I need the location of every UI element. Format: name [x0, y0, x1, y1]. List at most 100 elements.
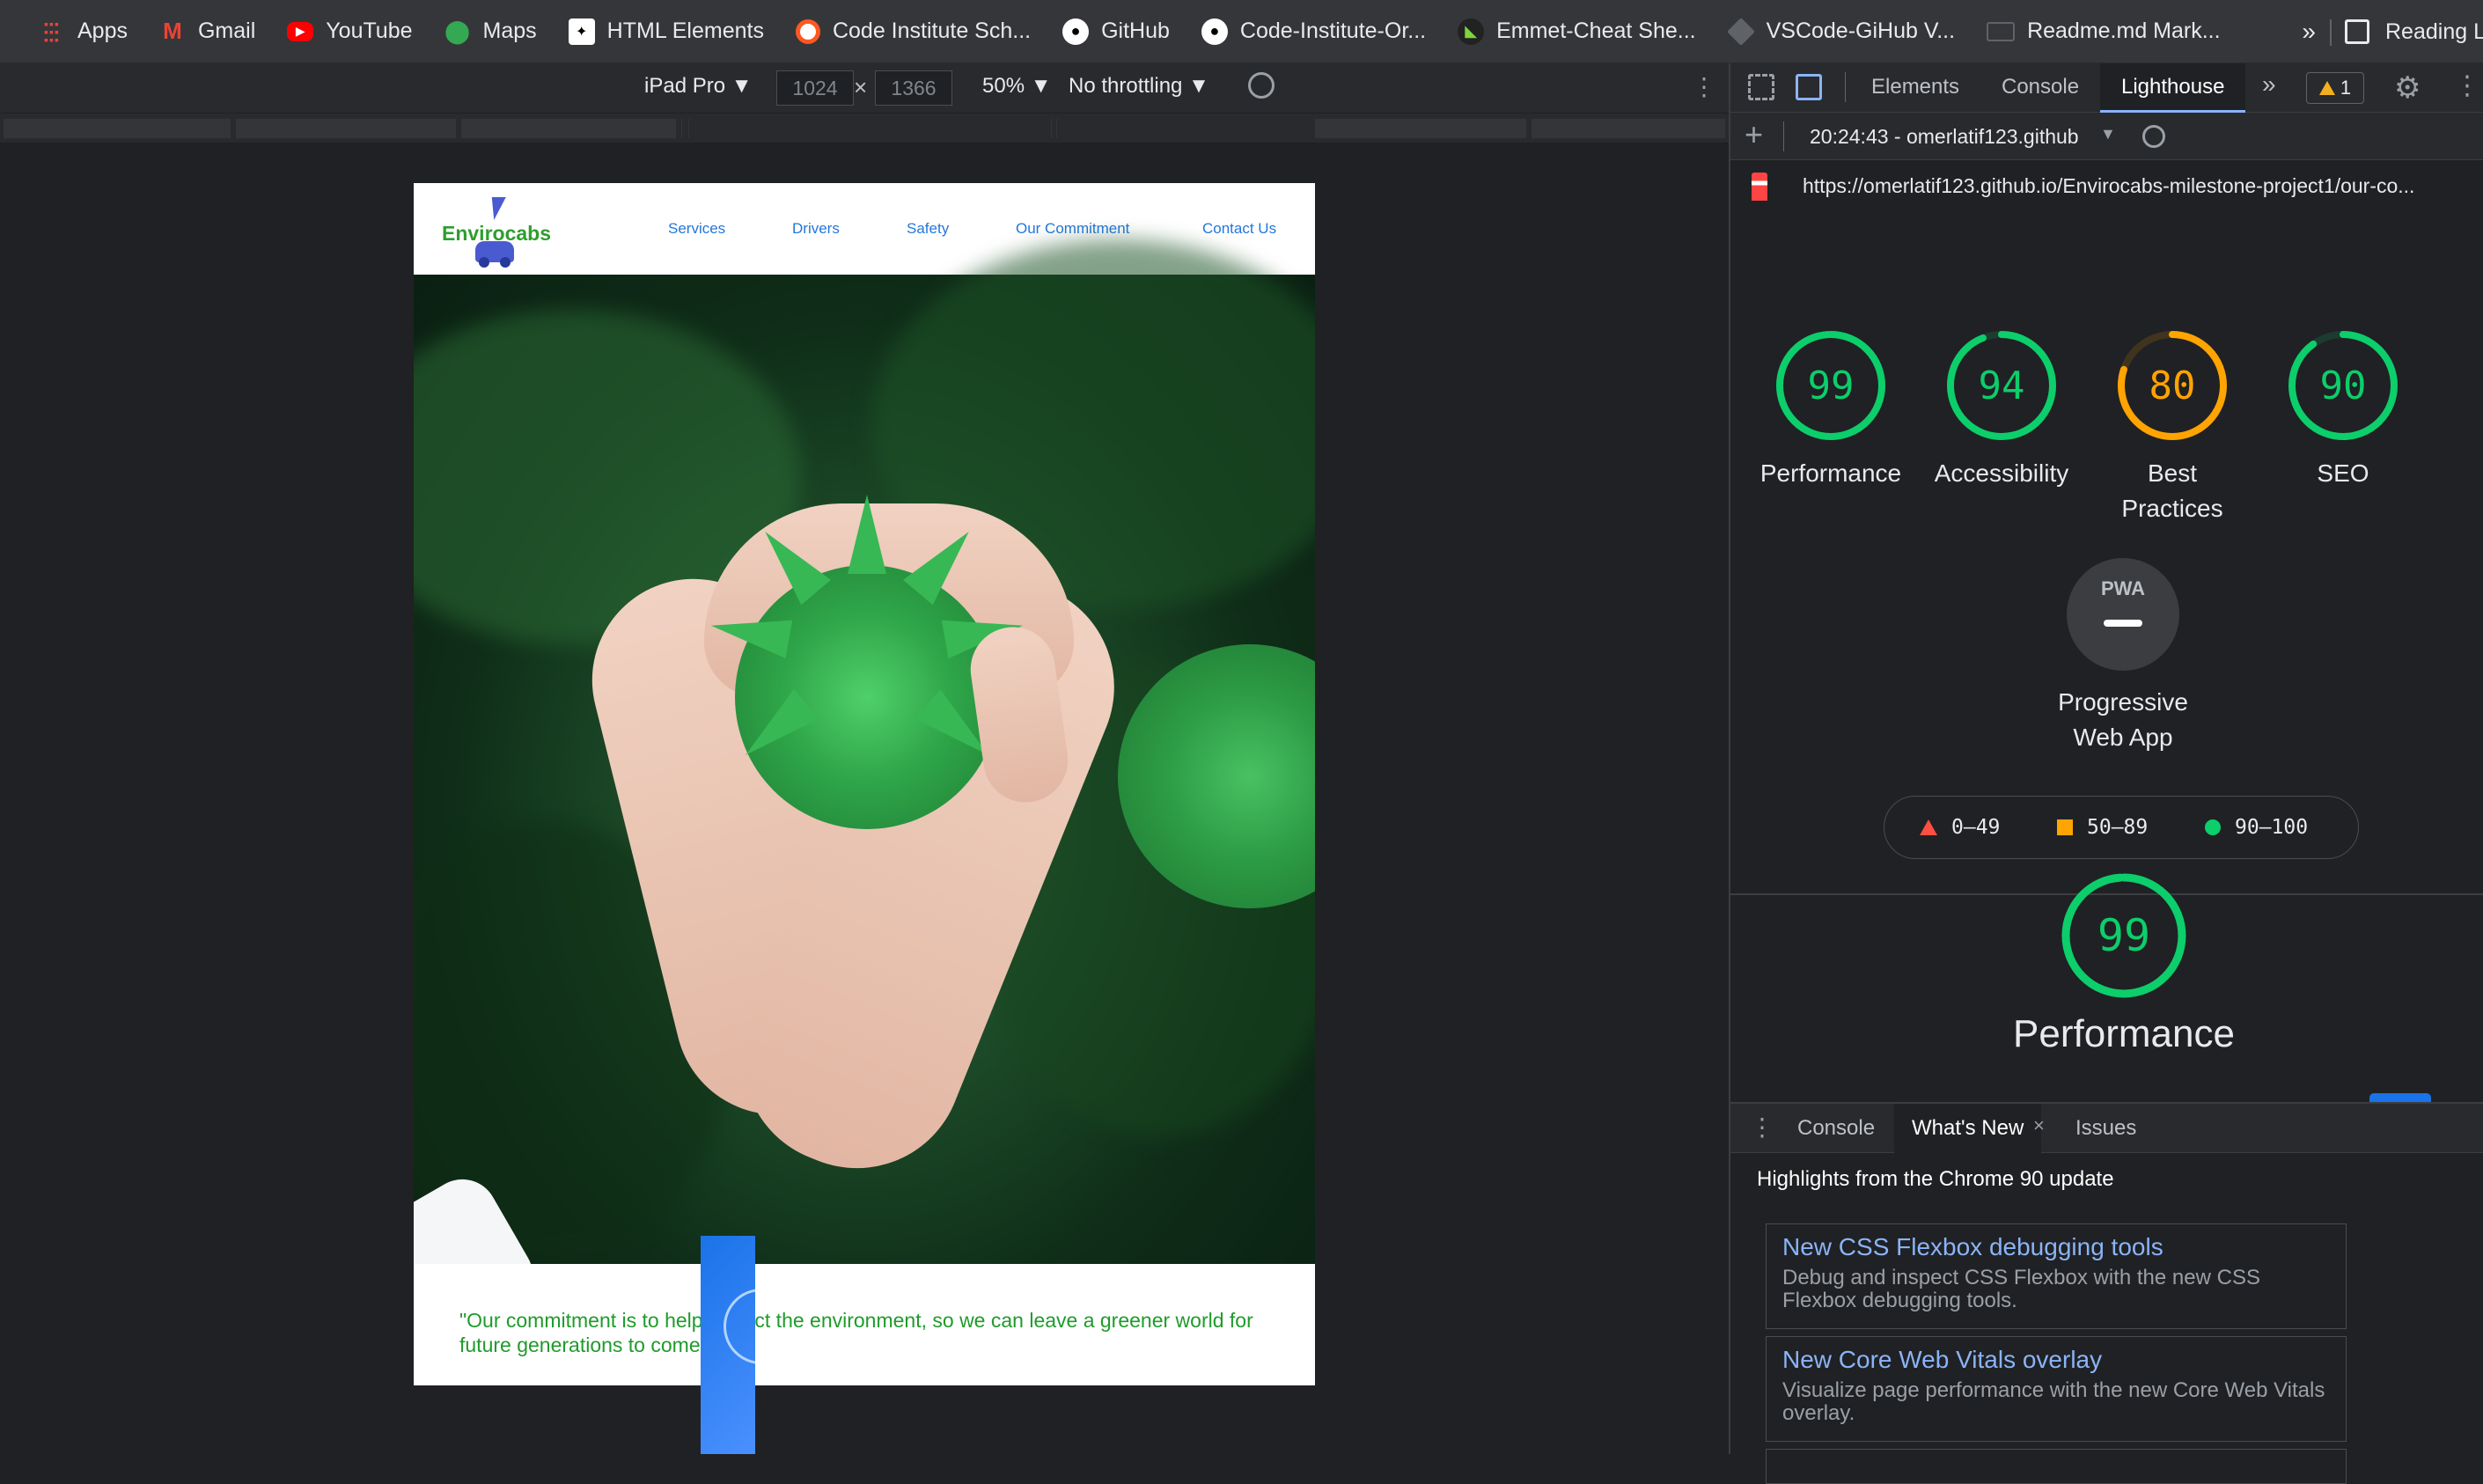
- rotate-icon[interactable]: [1242, 66, 1281, 105]
- bookmarks-bar: ▪▪▪ ▪▪▪ ▪▪▪ Apps M Gmail ▶ YouTube ⬤ Maps …: [0, 0, 2483, 63]
- gauge-performance[interactable]: 99: [1774, 329, 1887, 442]
- bookmark-label: YouTube: [326, 18, 413, 43]
- reading-list-button[interactable]: Reading L: [2345, 0, 2483, 63]
- commitment-quote-section: "Our commitment is to help protect the e…: [414, 1264, 1315, 1385]
- card-title[interactable]: New Core Web Vitals overlay: [1782, 1346, 2102, 1374]
- tab-lighthouse[interactable]: Lighthouse: [2100, 63, 2246, 113]
- label-accessibility: Accessibility: [1934, 459, 2069, 487]
- reading-list-icon: [2345, 19, 2369, 44]
- settings-gear-icon[interactable]: ⚙: [2394, 70, 2421, 106]
- tab-elements[interactable]: Elements: [1871, 75, 1959, 99]
- envirocabs-logo[interactable]: Envirocabs: [442, 195, 556, 268]
- nav-link-drivers[interactable]: Drivers: [792, 220, 840, 238]
- whats-new-heading: Highlights from the Chrome 90 update: [1757, 1167, 2114, 1191]
- device-select[interactable]: iPad Pro ▼: [644, 74, 752, 99]
- drawer-tabbar: ⋮ Console What's New × Issues: [1730, 1104, 2483, 1153]
- legend-pass-label: 90–100: [2235, 816, 2309, 839]
- media-query-ruler[interactable]: [0, 113, 1729, 143]
- score-performance-large: 99: [2097, 910, 2151, 961]
- score-performance: 99: [1807, 363, 1855, 408]
- bookmark-gmail[interactable]: M Gmail: [143, 0, 271, 63]
- github-icon: ●: [1201, 18, 1228, 45]
- youtube-icon: ▶: [287, 21, 314, 41]
- drawer-tab-whats-new[interactable]: What's New: [1894, 1104, 2042, 1153]
- nav-link-contact-us[interactable]: Contact Us: [1202, 220, 1276, 238]
- gauge-best-practices[interactable]: 80: [2116, 329, 2229, 442]
- whats-new-card[interactable]: New Core Web Vitals overlay Visualize pa…: [1766, 1336, 2347, 1442]
- drawer-tab-console[interactable]: Console: [1797, 1116, 1875, 1141]
- nav-link-our-commitment[interactable]: Our Commitment: [1016, 220, 1129, 238]
- tab-console[interactable]: Console: [2002, 75, 2079, 99]
- bookmark-vscode-github[interactable]: VSCode-GiHub V...: [1712, 0, 1971, 63]
- gauge-accessibility[interactable]: 94: [1945, 329, 2058, 442]
- emulated-page: Envirocabs Services Drivers Safety Our C…: [414, 183, 1315, 1385]
- legend-average: 50–89: [2057, 816, 2148, 839]
- lighthouse-icon: [1752, 173, 1767, 201]
- devtools-panel: Elements Console Lighthouse » 1 ⚙ ⋮ + 20…: [1729, 63, 2483, 1484]
- nav-link-safety[interactable]: Safety: [907, 220, 949, 238]
- device-more-icon[interactable]: ⋮: [1692, 72, 1716, 101]
- pwa-badge[interactable]: PWA: [2067, 558, 2179, 671]
- bookmark-code-institute-org[interactable]: ● Code-Institute-Or...: [1186, 0, 1442, 63]
- maps-pin-icon: ⬤: [444, 18, 471, 44]
- whats-new-card[interactable]: [1766, 1449, 2347, 1484]
- markdown-icon: [1987, 21, 2016, 41]
- bookmark-emmet[interactable]: ◣ Emmet-Cheat She...: [1442, 0, 1711, 63]
- legend-pass: 90–100: [2205, 816, 2308, 839]
- gauge-seo[interactable]: 90: [2287, 329, 2399, 442]
- emmet-icon: ◣: [1458, 18, 1485, 45]
- zoom-select[interactable]: 50% ▼: [982, 74, 1051, 99]
- score-best-practices: 80: [2149, 363, 2196, 408]
- score-legend: 0–49 50–89 90–100: [1884, 796, 2359, 859]
- legend-average-label: 50–89: [2087, 816, 2149, 839]
- report-select[interactable]: 20:24:43 - omerlatif123.github: [1810, 125, 2079, 149]
- devtools-more-icon[interactable]: ⋮: [2454, 70, 2480, 101]
- throttling-select[interactable]: No throttling ▼: [1069, 74, 1209, 99]
- legend-fail: 0–49: [1920, 816, 2000, 839]
- bookmark-label: Code Institute Sch...: [832, 18, 1032, 43]
- bookmark-html-elements[interactable]: ✦ HTML Elements: [553, 0, 780, 63]
- width-input[interactable]: 1024: [776, 70, 854, 106]
- clear-reports-icon[interactable]: [2142, 125, 2165, 148]
- bookmark-code-institute[interactable]: Code Institute Sch...: [780, 0, 1047, 63]
- score-accessibility: 94: [1978, 363, 2025, 408]
- bookmark-github[interactable]: ● GitHub: [1047, 0, 1186, 63]
- bookmark-maps[interactable]: ⬤ Maps: [429, 0, 553, 63]
- bookmark-label: HTML Elements: [606, 18, 764, 43]
- report-url[interactable]: https://omerlatif123.github.io/Envirocab…: [1803, 174, 2472, 198]
- bookmark-youtube[interactable]: ▶ YouTube: [271, 0, 428, 63]
- whats-new-card[interactable]: New CSS Flexbox debugging tools Debug an…: [1766, 1223, 2347, 1329]
- report-select-caret[interactable]: ▼: [2100, 125, 2116, 143]
- gauge-performance-large[interactable]: 99: [2060, 871, 2188, 1000]
- bookmarks-divider: [2330, 19, 2332, 46]
- warnings-badge[interactable]: 1: [2306, 72, 2364, 104]
- cube-icon: [1726, 17, 1755, 46]
- device-viewport: Envirocabs Services Drivers Safety Our C…: [0, 143, 1729, 1454]
- label-pwa: Progressive Web App: [2058, 688, 2188, 751]
- whats-new-illustration: [701, 1236, 755, 1454]
- devtools-drawer: ⋮ Console What's New × Issues Highlights…: [1730, 1102, 2483, 1484]
- warning-icon: [2318, 81, 2335, 95]
- inspect-element-icon[interactable]: [1748, 74, 1774, 100]
- bookmark-apps[interactable]: ▪▪▪ ▪▪▪ ▪▪▪ Apps: [23, 0, 143, 63]
- square-icon: [2057, 819, 2073, 835]
- bookmark-label: VSCode-GiHub V...: [1766, 18, 1956, 43]
- more-tabs-button[interactable]: »: [2262, 70, 2276, 99]
- drawer-tab-issues[interactable]: Issues: [2075, 1116, 2136, 1141]
- card-title[interactable]: New CSS Flexbox debugging tools: [1782, 1233, 2163, 1261]
- close-icon[interactable]: ×: [2033, 1114, 2045, 1137]
- bookmarks-overflow-button[interactable]: »: [2302, 0, 2316, 63]
- bookmark-readme[interactable]: Readme.md Mark...: [1971, 0, 2237, 63]
- drawer-menu-icon[interactable]: ⋮: [1750, 1113, 1774, 1142]
- circle-icon: [2205, 819, 2221, 835]
- nav-link-services[interactable]: Services: [668, 220, 725, 238]
- device-toolbar-toggle-icon[interactable]: [1796, 74, 1822, 100]
- label-performance: Performance: [1759, 459, 1902, 487]
- height-input[interactable]: 1366: [875, 70, 952, 106]
- new-report-icon[interactable]: +: [1745, 116, 1763, 153]
- devtools-tabbar: Elements Console Lighthouse » 1 ⚙ ⋮: [1730, 63, 2483, 113]
- card-description: Visualize page performance with the new …: [1782, 1378, 2325, 1425]
- car-icon: [475, 241, 514, 268]
- warnings-count: 1: [2340, 77, 2352, 99]
- bookmark-label: GitHub: [1101, 18, 1170, 43]
